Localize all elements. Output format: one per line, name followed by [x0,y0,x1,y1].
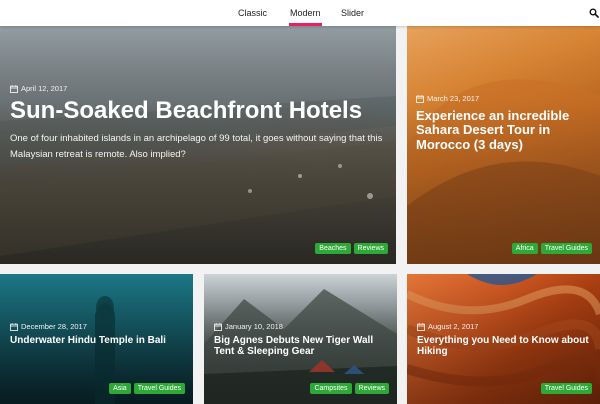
post-date: December 28, 2017 [10,322,193,331]
post-date: March 23, 2017 [416,94,600,103]
post-card-hiking[interactable]: August 2, 2017 Everything you Need to Kn… [407,274,600,404]
calendar-icon [417,322,425,331]
post-tags: Africa Travel Guides [511,243,592,254]
tag-africa[interactable]: Africa [511,243,538,254]
tab-classic[interactable]: Classic [238,8,267,18]
post-content: March 23, 2017 Experience an incredible … [407,94,600,152]
post-tags: Asia Travel Guides [109,383,185,394]
post-date-label: April 12, 2017 [21,84,68,93]
post-card-big-agnes[interactable]: January 10, 2018 Big Agnes Debuts New Ti… [204,274,397,404]
post-date-label: January 10, 2018 [225,322,283,331]
post-title[interactable]: Experience an incredible Sahara Desert T… [416,108,596,152]
post-card-featured[interactable]: April 12, 2017 Sun-Soaked Beachfront Hot… [0,26,396,264]
post-excerpt: One of four inhabited islands in an arch… [10,133,383,161]
post-date: April 12, 2017 [10,84,396,93]
post-content: January 10, 2018 Big Agnes Debuts New Ti… [204,322,397,357]
calendar-icon [416,94,424,103]
search-icon[interactable] [589,8,599,18]
post-date: January 10, 2018 [214,322,397,331]
tag-travel-guides[interactable]: Travel Guides [540,243,592,254]
tag-travel-guides[interactable]: Travel Guides [540,383,592,394]
post-card-sahara[interactable]: March 23, 2017 Experience an incredible … [407,26,600,264]
post-title[interactable]: Underwater Hindu Temple in Bali [10,335,185,346]
post-date-label: August 2, 2017 [428,322,479,331]
post-content: April 12, 2017 Sun-Soaked Beachfront Hot… [0,84,396,163]
post-date: August 2, 2017 [417,322,600,331]
post-title[interactable]: Big Agnes Debuts New Tiger Wall Tent & S… [214,335,389,357]
calendar-icon [10,322,18,331]
calendar-icon [214,322,222,331]
post-date-label: March 23, 2017 [427,94,480,103]
tag-reviews[interactable]: Reviews [354,383,389,394]
post-tags: Beaches Reviews [315,243,388,254]
post-title[interactable]: Sun-Soaked Beachfront Hotels [10,97,396,124]
post-title[interactable]: Everything you Need to Know about Hiking [417,335,592,357]
post-tags: Travel Guides [540,383,592,394]
tag-beaches[interactable]: Beaches [315,243,351,254]
post-tags: Campsites Reviews [310,383,389,394]
tag-travel-guides[interactable]: Travel Guides [133,383,185,394]
post-card-bali[interactable]: December 28, 2017 Underwater Hindu Templ… [0,274,193,404]
tab-slider[interactable]: Slider [341,8,364,18]
tag-asia[interactable]: Asia [109,383,131,394]
tab-modern[interactable]: Modern [289,8,322,26]
top-nav: Classic Modern Slider [0,0,600,26]
post-content: August 2, 2017 Everything you Need to Kn… [407,322,600,357]
calendar-icon [10,84,18,93]
post-date-label: December 28, 2017 [21,322,87,331]
post-content: December 28, 2017 Underwater Hindu Templ… [0,322,193,346]
tag-campsites[interactable]: Campsites [310,383,352,394]
tag-reviews[interactable]: Reviews [353,243,388,254]
